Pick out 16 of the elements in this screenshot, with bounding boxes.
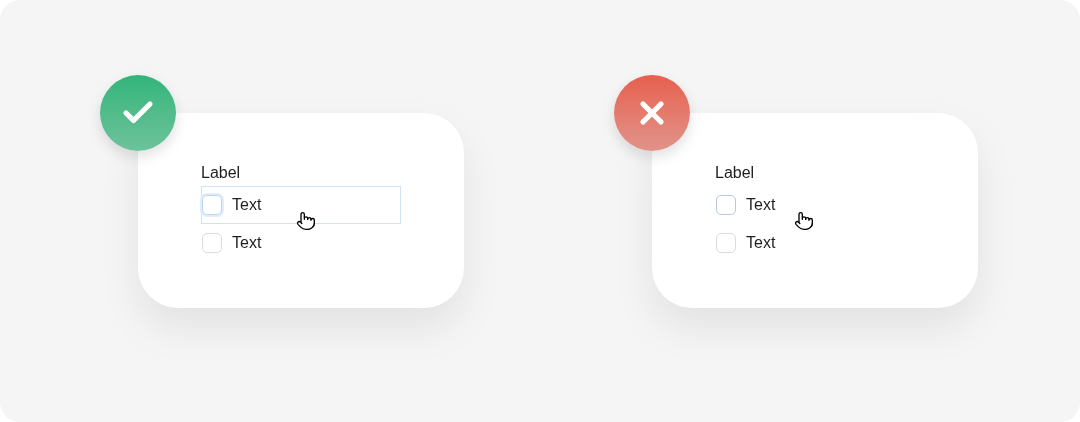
checkbox[interactable] [202,195,222,215]
checkbox[interactable] [716,195,736,215]
checkbox-option[interactable]: Text [201,186,401,224]
checkbox-option[interactable]: Text [715,186,915,224]
option-text: Text [746,195,776,215]
group-label: Label [201,163,242,183]
checkbox-option[interactable]: Text [715,224,915,262]
checkbox[interactable] [716,233,736,253]
checkbox[interactable] [202,233,222,253]
hand-cursor-icon [296,211,316,231]
hand-cursor-icon [794,211,814,231]
checkbox-option[interactable]: Text [201,224,401,262]
group-label: Label [715,163,756,183]
option-text: Text [232,233,262,253]
option-text: Text [232,195,262,215]
option-text: Text [746,233,776,253]
